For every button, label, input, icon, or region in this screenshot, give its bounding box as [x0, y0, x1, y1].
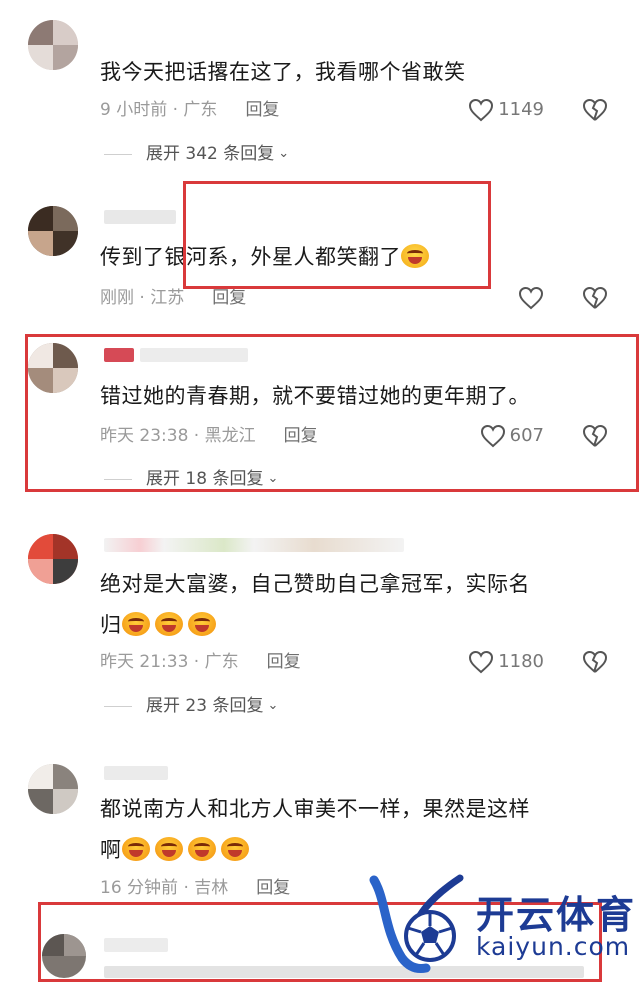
- comment-time-location: 昨天 21:33 · 广东: [100, 652, 239, 672]
- username-blurred: [104, 538, 404, 552]
- comment-text-line: 归: [100, 605, 594, 646]
- avatar[interactable]: [28, 764, 78, 814]
- reply-button[interactable]: 回复: [212, 288, 246, 308]
- avatar[interactable]: [42, 934, 86, 978]
- like-button[interactable]: 1180: [468, 650, 544, 674]
- comment-time-location: 16 分钟前 · 吉林: [100, 878, 229, 898]
- username-blurred: [104, 766, 168, 780]
- reply-button[interactable]: 回复: [267, 652, 301, 672]
- like-button[interactable]: 1149: [468, 98, 544, 122]
- avatar[interactable]: [28, 534, 78, 584]
- soccer-ball-logo-icon: [369, 874, 464, 973]
- broken-heart-icon[interactable]: [582, 98, 608, 122]
- broken-heart-icon[interactable]: [582, 650, 608, 674]
- avatar[interactable]: [28, 20, 78, 70]
- expand-replies-button[interactable]: 展开 23 条回复 ⌄: [104, 694, 278, 718]
- heart-outline-icon: [469, 650, 494, 674]
- expand-replies-button[interactable]: 展开 342 条回复 ⌄: [104, 142, 289, 166]
- username-blurred: [104, 210, 176, 224]
- grin-emoji-icon: [121, 612, 150, 636]
- highlight-box: [25, 334, 639, 492]
- chevron-down-icon: ⌄: [267, 698, 279, 713]
- like-count: 1149: [498, 99, 544, 120]
- comment-text: 我今天把话撂在这了，我看哪个省敢笑: [100, 60, 466, 84]
- grin-emoji-icon: [187, 612, 216, 636]
- watermark-logo: 开云体育 kaiyun.com: [356, 870, 640, 978]
- grin-emoji-icon: [220, 837, 249, 861]
- expand-replies-label: 展开 342 条回复: [146, 144, 275, 164]
- comment-time-location: 刚刚 · 江苏: [100, 288, 185, 308]
- username-blurred: [104, 938, 168, 952]
- divider: [104, 153, 132, 155]
- comment-text-content: 啊: [100, 838, 122, 862]
- heart-outline-icon: [469, 98, 494, 122]
- like-button[interactable]: [518, 286, 544, 310]
- reply-button[interactable]: 回复: [256, 878, 290, 898]
- grin-emoji-icon: [121, 837, 150, 861]
- comment-meta: 16 分钟前 · 吉林 回复: [100, 876, 290, 900]
- comment-meta: 昨天 21:33 · 广东 回复: [100, 650, 301, 674]
- broken-heart-icon[interactable]: [582, 286, 608, 310]
- highlight-box: [183, 181, 491, 289]
- avatar[interactable]: [28, 206, 78, 256]
- comment-text: 绝对是大富婆，自己赞助自己拿冠军，实际名 归: [100, 564, 594, 646]
- comment-text-line: 都说南方人和北方人审美不一样，果然是这样: [100, 797, 530, 821]
- divider: [104, 705, 132, 707]
- watermark-brand-en: kaiyun.com: [476, 932, 631, 961]
- grin-emoji-icon: [154, 612, 183, 636]
- heart-outline-icon: [518, 286, 544, 310]
- comment-text-line: 绝对是大富婆，自己赞助自己拿冠军，实际名: [100, 572, 530, 596]
- chevron-down-icon: ⌄: [278, 146, 290, 161]
- expand-replies-label: 展开 23 条回复: [146, 696, 264, 716]
- reply-button[interactable]: 回复: [245, 100, 279, 120]
- comment-text-line: 啊: [100, 830, 594, 871]
- like-count: 1180: [498, 651, 544, 672]
- comment-text: 都说南方人和北方人审美不一样，果然是这样 啊: [100, 789, 594, 871]
- comment-time-location: 9 小时前 · 广东: [100, 100, 218, 120]
- watermark-brand-cn: 开云体育: [476, 893, 637, 937]
- comment-text-content: 归: [100, 613, 122, 637]
- comment-meta: 刚刚 · 江苏 回复: [100, 286, 246, 310]
- comment-meta: 9 小时前 · 广东 回复: [100, 98, 279, 122]
- grin-emoji-icon: [154, 837, 183, 861]
- grin-emoji-icon: [187, 837, 216, 861]
